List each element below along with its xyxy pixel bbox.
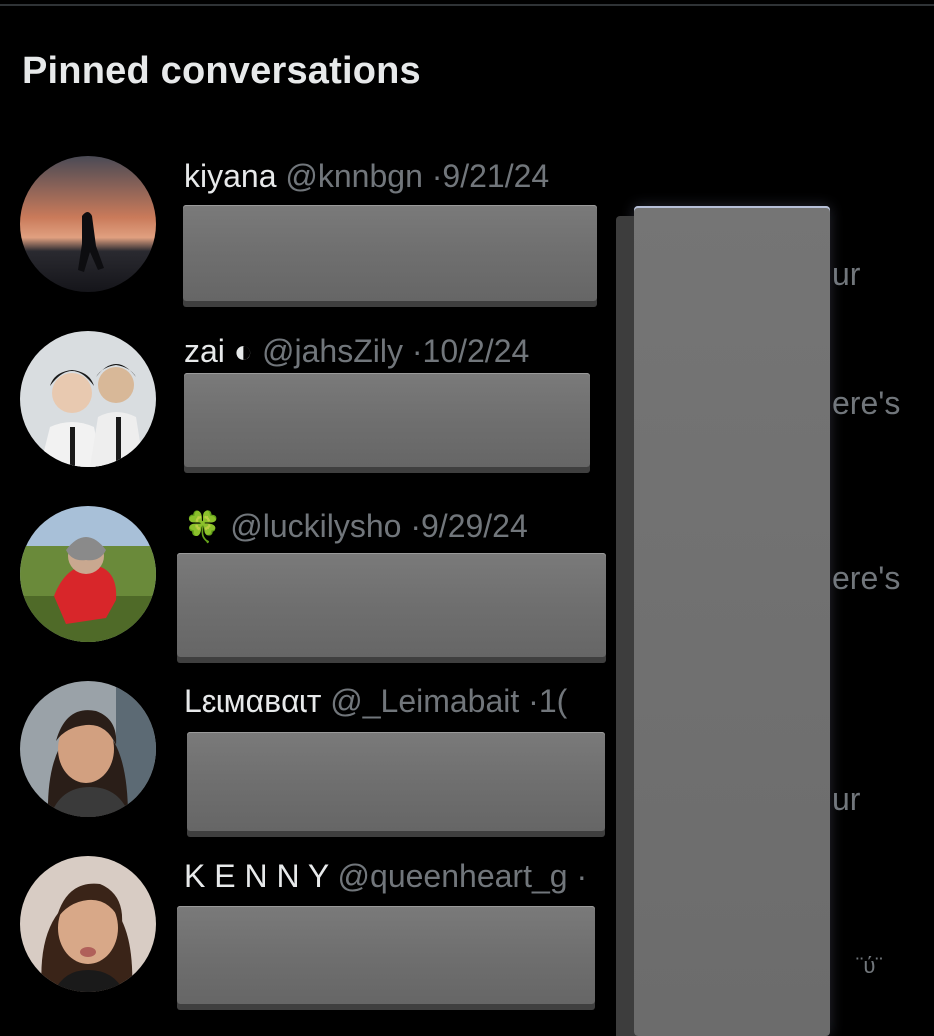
handle: @queenheart_g: [337, 858, 568, 894]
separator: ·: [410, 508, 421, 544]
section-title: Pinned conversations: [22, 50, 421, 92]
date: 10/2/24: [422, 333, 530, 369]
message-preview: ur: [832, 781, 861, 817]
redaction-block-tall: [634, 206, 830, 1036]
handle: @luckilysho: [230, 508, 402, 544]
conversation-header: K E N N Y @queenheart_g ·: [184, 856, 587, 896]
avatar[interactable]: [20, 156, 156, 292]
redaction-block: [177, 553, 606, 657]
top-divider: [0, 4, 934, 6]
display-name: 🍀: [184, 511, 222, 544]
display-name: kiyana: [184, 158, 277, 194]
conversation-header: Lɛɩмαвαɩт @_Leimabait ·1(: [184, 681, 567, 721]
conversation-header: kiyana @knnbgn ·9/21/24: [184, 156, 549, 196]
redaction-block: [187, 732, 605, 831]
separator: ·: [576, 858, 588, 894]
conversation-header: zai ◐ @jahsZily ·10/2/24: [184, 331, 529, 371]
redaction-block: [177, 906, 595, 1004]
separator: ·: [411, 333, 423, 369]
message-preview: ere's: [832, 560, 901, 596]
separator: ·: [528, 683, 539, 719]
handle: @jahsZily: [262, 333, 403, 369]
handle: @_Leimabait: [330, 683, 520, 719]
message-preview: ¨ύ¨: [856, 953, 883, 978]
avatar[interactable]: [20, 856, 156, 992]
date: 1(: [538, 683, 568, 719]
display-name: zai ◐: [184, 333, 254, 369]
conversation-header: 🍀 @luckilysho ·9/29/24: [184, 506, 528, 548]
avatar[interactable]: [20, 506, 156, 642]
date: 9/21/24: [442, 158, 550, 194]
avatar[interactable]: [20, 681, 156, 817]
redaction-block: [184, 373, 590, 467]
message-preview: ur: [832, 256, 861, 292]
separator: ·: [431, 158, 443, 194]
date: 9/29/24: [421, 508, 528, 544]
redaction-block: [183, 205, 597, 301]
avatar[interactable]: [20, 331, 156, 467]
display-name: K E N N Y: [184, 858, 329, 894]
display-name: Lɛɩмαвαɩт: [184, 683, 322, 719]
message-preview: ere's: [832, 385, 901, 421]
handle: @knnbgn: [285, 158, 423, 194]
